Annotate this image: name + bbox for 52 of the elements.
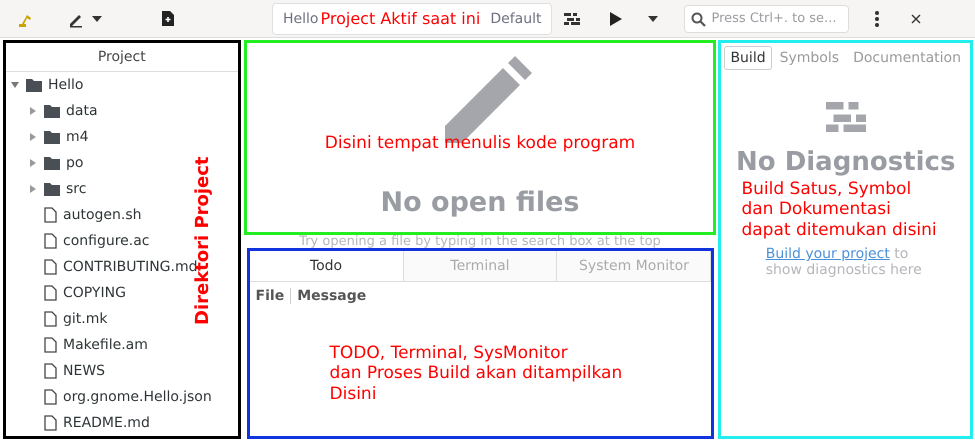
column-header: Message xyxy=(290,288,366,304)
file-name[interactable]: CONTRIBUTING.md xyxy=(63,259,198,275)
file-name[interactable]: configure.ac xyxy=(63,233,150,249)
column-header: File xyxy=(256,288,284,304)
file-name[interactable]: org.gnome.Hello.json xyxy=(63,389,212,405)
folder-icon xyxy=(44,156,60,170)
folder-name[interactable]: src xyxy=(66,181,86,197)
file-name[interactable]: Makefile.am xyxy=(63,337,148,353)
empty-state-hint: Try opening a file by typing in the search box at the top xyxy=(298,234,662,248)
file-name[interactable]: autogen.sh xyxy=(63,207,142,223)
expander-icon[interactable] xyxy=(28,184,38,194)
file-name[interactable]: NEWS xyxy=(63,363,106,379)
project-button[interactable]: Hello xyxy=(273,10,320,26)
search-field[interactable]: Press Ctrl+. to se... xyxy=(684,4,850,32)
search-icon xyxy=(691,12,706,26)
panel-tab[interactable]: Build xyxy=(724,46,772,70)
file-name[interactable]: README.md xyxy=(63,415,150,431)
expander-icon[interactable] xyxy=(10,80,20,90)
file-icon xyxy=(44,337,57,353)
configuration-button[interactable]: Default xyxy=(480,10,552,26)
annotation-text: Build Satus, Symbol dan Dokumentasi dapat ditemukan disini xyxy=(741,179,937,240)
file-icon xyxy=(44,311,57,327)
expander-icon[interactable] xyxy=(28,106,38,116)
play-icon xyxy=(610,12,622,26)
folder-name[interactable]: data xyxy=(66,103,98,119)
empty-state-hint: Build your project to show diagnostics here xyxy=(766,246,923,278)
file-icon xyxy=(44,207,57,223)
expander-icon[interactable] xyxy=(28,158,38,168)
caret-icon xyxy=(92,16,102,22)
annotation-text: TODO, Terminal, SysMonitor dan Proses Build akan ditampilkan Disini xyxy=(330,343,622,404)
file-icon xyxy=(44,363,57,379)
folder-icon xyxy=(44,104,60,118)
folder-name[interactable]: m4 xyxy=(66,129,89,145)
bricks-icon xyxy=(826,101,866,133)
file-icon xyxy=(44,233,57,249)
file-icon xyxy=(44,415,57,431)
annotation-text: Disini tempat menulis kode program xyxy=(324,133,636,154)
panel-title: Project xyxy=(6,43,238,72)
annotation-text: Project Aktif saat ini xyxy=(320,8,480,28)
file-name[interactable]: git.mk xyxy=(63,311,108,327)
folder-name[interactable]: Hello xyxy=(48,77,84,93)
folder-icon xyxy=(26,78,42,92)
expander-icon[interactable] xyxy=(28,132,38,142)
folder-name[interactable]: po xyxy=(66,155,84,171)
file-icon xyxy=(44,285,57,301)
empty-state-title: No open files xyxy=(380,187,580,218)
file-icon xyxy=(44,259,57,275)
empty-state-title: No Diagnostics xyxy=(736,147,956,177)
folder-icon xyxy=(44,182,60,196)
file-icon xyxy=(44,389,57,405)
file-name[interactable]: COPYING xyxy=(63,285,126,301)
folder-icon xyxy=(44,130,60,144)
